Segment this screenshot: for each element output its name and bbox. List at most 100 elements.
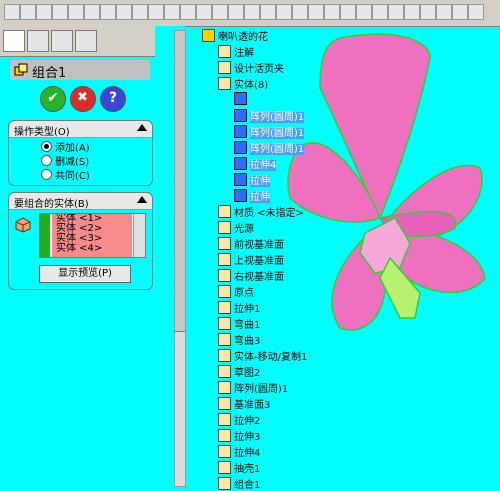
cancel-button[interactable]: ✖ <box>70 86 96 112</box>
tree-item[interactable]: 阵列(圆周)1 <box>234 124 305 139</box>
toolbar-button-icon[interactable] <box>4 4 20 20</box>
tree-item[interactable]: 上视基准面 <box>218 252 284 267</box>
toolbar-button-icon[interactable] <box>260 4 276 20</box>
toolbar-button-icon[interactable] <box>452 4 468 20</box>
collapse-arrow-icon[interactable] <box>137 124 147 131</box>
tree-item-label: 拉伸4 <box>250 160 277 171</box>
toolbar-button-icon[interactable] <box>212 4 228 20</box>
ok-button[interactable]: ✔ <box>40 86 66 112</box>
toolbar-button-icon[interactable] <box>68 4 84 20</box>
tree-item[interactable]: 抽壳1 <box>218 460 260 475</box>
toolbar-button-icon[interactable] <box>148 4 164 20</box>
toolbar-button-icon[interactable] <box>436 4 452 20</box>
toolbar-button-icon[interactable] <box>244 4 260 20</box>
collapse-arrow-icon[interactable] <box>137 196 147 203</box>
toolbar-button-icon[interactable] <box>36 4 52 20</box>
toolbar-button-icon[interactable] <box>180 4 196 20</box>
combine-icon <box>14 63 28 76</box>
tree-item[interactable]: 拉伸 <box>234 188 270 203</box>
toolbar-button-icon[interactable] <box>164 4 180 20</box>
help-button[interactable]: ? <box>100 86 126 112</box>
toolbar-button-icon[interactable] <box>100 4 116 20</box>
tree-item[interactable]: 组合1 <box>218 476 260 491</box>
tree-item-label: 拉伸 <box>250 176 270 187</box>
toolbar-button-icon[interactable] <box>84 4 100 20</box>
tree-item[interactable]: 阵列(圆周)1 <box>234 108 305 123</box>
bodies-group: 要组合的实体(B) 实体 <1> 实体 <2> 实体 <3> 实体 <4> 显示… <box>8 192 153 290</box>
toolbar-button-icon[interactable] <box>276 4 292 20</box>
tree-item[interactable]: 前视基准面 <box>218 236 284 251</box>
toolbar-button-icon[interactable] <box>228 4 244 20</box>
tree-item[interactable]: 原点 <box>218 284 254 299</box>
toolbar-button-icon[interactable] <box>20 4 36 20</box>
tree-item-label: 注解 <box>234 48 254 59</box>
radio-subtract[interactable]: 删减(S) <box>41 153 89 168</box>
toolbar-button-icon[interactable] <box>196 4 212 20</box>
tree-item[interactable]: 草图2 <box>218 364 260 379</box>
tree-item[interactable]: 拉伸2 <box>218 412 260 427</box>
toolbar-button-icon[interactable] <box>52 4 68 20</box>
feature-icon <box>218 477 231 490</box>
tree-item[interactable]: 拉伸3 <box>218 428 261 443</box>
tree-item[interactable]: 光源 <box>218 220 254 235</box>
tree-item[interactable]: 右视基准面 <box>218 268 284 283</box>
tree-item[interactable]: 拉伸4 <box>234 156 277 171</box>
tree-item[interactable]: 实体(8) <box>218 76 268 91</box>
tree-item-label: 拉伸3 <box>234 432 261 443</box>
tree-item[interactable]: 拉伸4 <box>218 444 260 459</box>
list-item[interactable]: 实体 <4> <box>52 244 132 254</box>
tree-item[interactable]: 弯曲3 <box>218 332 260 347</box>
tree-item[interactable]: 基准面3 <box>218 396 270 411</box>
toolbar-button-icon[interactable] <box>468 4 484 20</box>
close-icon: ✖ <box>77 90 88 105</box>
feature-icon <box>218 285 231 298</box>
configuration-manager-tab[interactable] <box>51 30 73 52</box>
feature-icon <box>218 461 231 474</box>
radio-common[interactable]: 共同(C) <box>41 167 90 182</box>
property-manager-tab[interactable] <box>27 30 49 52</box>
solid-body-icon <box>15 217 31 233</box>
tree-root[interactable]: 喇叭透的花 <box>202 28 268 43</box>
bodies-list[interactable]: 实体 <1> 实体 <2> 实体 <3> 实体 <4> <box>39 213 146 258</box>
radio-add[interactable]: 添加(A) <box>41 139 90 154</box>
tree-item-label: 光源 <box>234 224 254 235</box>
toolbar-button-icon[interactable] <box>404 4 420 20</box>
scrollbar-thumb[interactable] <box>175 31 185 332</box>
toolbar-button-icon[interactable] <box>308 4 324 20</box>
toolbar-button-icon[interactable] <box>292 4 308 20</box>
display-manager-tab[interactable] <box>75 30 97 52</box>
operation-type-group: 操作类型(O) 添加(A) 删减(S) 共同(C) <box>8 120 153 186</box>
list-scrollbar[interactable] <box>133 214 145 257</box>
toolbar-button-icon[interactable] <box>340 4 356 20</box>
radio-common-label: 共同(C) <box>55 171 90 182</box>
toolbar-button-icon[interactable] <box>116 4 132 20</box>
toolbar-button-icon[interactable] <box>388 4 404 20</box>
tree-item[interactable]: 设计活页夹 <box>218 60 284 75</box>
tree-item[interactable]: 阵列(圆周)1 <box>218 380 289 395</box>
tree-item[interactable]: 弯曲1 <box>218 316 260 331</box>
tree-item[interactable]: 材质 <未指定> <box>218 204 304 219</box>
tree-item[interactable]: 实体-移动/复制1 <box>218 348 308 363</box>
tree-item[interactable]: 阵列(圆周)1 <box>234 140 305 155</box>
tree-item-label: 阵列(圆周)1 <box>234 384 289 395</box>
toolbar-button-icon[interactable] <box>132 4 148 20</box>
manager-tabs <box>0 26 155 57</box>
toolbar-button-icon[interactable] <box>324 4 340 20</box>
tree-item-label: 实体-移动/复制1 <box>234 352 308 363</box>
feature-icon <box>218 333 231 346</box>
feature-manager-tab[interactable] <box>3 30 25 52</box>
toolbar-button-icon[interactable] <box>356 4 372 20</box>
tree-item[interactable]: 拉伸1 <box>218 300 260 315</box>
tree-root-label: 喇叭透的花 <box>218 32 268 43</box>
tree-item-label: 阵列(圆周)1 <box>250 128 305 139</box>
tree-item[interactable]: 注解 <box>218 44 254 59</box>
tree-item[interactable] <box>234 92 250 106</box>
toolbar-button-icon[interactable] <box>372 4 388 20</box>
feature-icon <box>218 253 231 266</box>
tree-scrollbar[interactable] <box>174 30 186 487</box>
tree-item[interactable]: 拉伸 <box>234 172 270 187</box>
toolbar-button-icon[interactable] <box>420 4 436 20</box>
solid-body-icon <box>234 157 247 170</box>
show-preview-button[interactable]: 显示预览(P) <box>39 265 131 283</box>
solid-body-icon <box>234 141 247 154</box>
